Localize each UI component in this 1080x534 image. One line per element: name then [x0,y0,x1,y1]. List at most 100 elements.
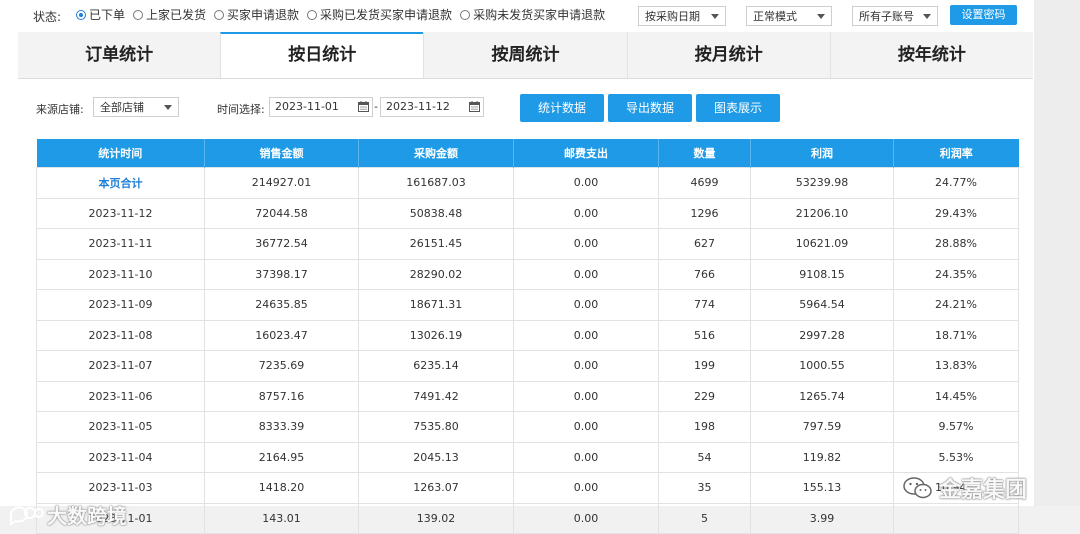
date-from-value: 2023-11-01 [275,100,339,113]
table-body: 本页合计 214927.01 161687.03 0.00 4699 53239.98 24… [36,167,1019,534]
chevron-down-icon [817,14,825,19]
table-cell: 5 [658,502,751,534]
tab-2[interactable]: 按周统计 [423,32,626,78]
table-cell: 2023-11-06 [36,380,205,412]
table-cell: 2164.95 [204,441,359,473]
table-cell: 2023-11-11 [36,228,205,260]
table-cell: 28.88% [893,228,1019,260]
table-cell: 516 [658,319,751,351]
status-option-3[interactable]: 采购已发货买家申请退款 [307,6,452,23]
table-cell: 13.83% [893,350,1019,382]
table-cell: 627 [658,228,751,260]
table-cell: 774 [658,289,751,321]
table-cell: 28290.02 [358,258,514,290]
table-cell: 0.00 [513,411,659,443]
tab-4[interactable]: 按年统计 [829,32,1033,78]
table-row: 2023-11-03 1418.20 1263.07 0.00 35 155.13 10.9… [36,472,1019,504]
calendar-icon [358,101,369,112]
tab-3[interactable]: 按月统计 [626,32,830,78]
table-cell: 2997.28 [750,319,894,351]
status-option-0[interactable]: 已下单 [76,6,125,23]
column-header: 利润率 [893,139,1019,168]
column-header: 销售金额 [204,139,359,168]
table-cell: 7491.42 [358,380,514,412]
table-cell: 14.45% [893,380,1019,412]
table-cell: 1265.74 [750,380,894,412]
stats-data-button[interactable]: 统计数据 [520,94,604,122]
tab-1[interactable]: 按日统计 [220,32,424,78]
radio-button[interactable] [133,9,144,20]
status-option-label: 上家已发货 [146,8,207,22]
table-cell: 766 [658,258,751,290]
account-select[interactable]: 所有子账号 [852,6,938,26]
table-cell: 1418.20 [204,472,359,504]
display-mode-select[interactable]: 正常模式 [746,6,832,26]
chevron-down-icon [923,14,931,19]
status-option-label: 采购未发货买家申请退款 [473,8,606,22]
time-label: 时间选择: [217,103,265,116]
table-cell: 0.00 [513,167,659,199]
radio-button[interactable] [460,9,471,20]
table-cell: 9.57% [893,411,1019,443]
date-to-input[interactable]: 2023-11-12 [380,97,484,117]
table-cell: 50838.48 [358,197,514,229]
table-header-row: 统计时间 销售金额 采购金额 邮费支出 数量 利润 利润率 [36,139,1019,168]
chart-view-button[interactable]: 图表展示 [696,94,780,122]
watermark-right: 金嘉集团 [902,472,1027,504]
display-mode-value: 正常模式 [753,10,797,23]
date-mode-select[interactable]: 按采购日期 [638,6,726,26]
table-cell: 4699 [658,167,751,199]
table-cell: 10621.09 [750,228,894,260]
chat-bubble-icon [10,506,44,526]
table-cell: 8333.39 [204,411,359,443]
status-option-2[interactable]: 买家申请退款 [214,6,299,23]
status-option-4[interactable]: 采购未发货买家申请退款 [460,6,605,23]
radio-button[interactable] [214,9,225,20]
date-mode-value: 按采购日期 [645,10,700,23]
table-cell: 2023-11-09 [36,289,205,321]
table-cell: 0.00 [513,472,659,504]
table-cell: 161687.03 [358,167,514,199]
export-data-button[interactable]: 导出数据 [608,94,692,122]
table-cell: 2023-11-08 [36,319,205,351]
table-cell: 143.01 [204,502,359,534]
column-header: 数量 [658,139,751,168]
table-cell: 18.71% [893,319,1019,351]
table-cell: 0.00 [513,319,659,351]
table-cell: 199 [658,350,751,382]
date-from-input[interactable]: 2023-11-01 [269,97,373,117]
watermark-left: 大数跨境 [8,500,127,529]
table-row: 2023-11-12 72044.58 50838.48 0.00 1296 21206.… [36,197,1019,229]
table-cell: 24635.85 [204,289,359,321]
table-cell: 2023-11-07 [36,350,205,382]
column-header: 统计时间 [36,139,205,168]
table-cell: 16023.47 [204,319,359,351]
table-cell: 229 [658,380,751,412]
tab-0[interactable]: 订单统计 [18,32,220,78]
table-cell: 0.00 [513,441,659,473]
table-cell: 6235.14 [358,350,514,382]
table-cell: 54 [658,441,751,473]
table-cell: 3.99 [750,502,894,534]
shop-select[interactable]: 全部店铺 [93,97,179,117]
table-cell: 2023-11-10 [36,258,205,290]
status-option-label: 采购已发货买家申请退款 [320,8,453,22]
status-label: 状态: [33,10,62,24]
table-cell: 36772.54 [204,228,359,260]
column-header: 采购金额 [358,139,514,168]
table-cell: 2045.13 [358,441,514,473]
radio-button[interactable] [307,9,318,20]
table-cell: 0.00 [513,380,659,412]
table-cell: 0.00 [513,258,659,290]
set-password-button[interactable]: 设置密码 [950,5,1017,25]
chevron-down-icon [711,14,719,19]
date-to-value: 2023-11-12 [386,100,450,113]
table-cell: 2023-11-05 [36,411,205,443]
status-option-1[interactable]: 上家已发货 [133,6,206,23]
stats-tabs: 订单统计 按日统计 按周统计 按月统计 按年统计 [18,32,1033,79]
status-radio-group: 已下单 上家已发货 买家申请退款 采购已发货买家申请退款 采购未发货买家申请退款 [76,6,613,23]
table-cell: 7235.69 [204,350,359,382]
radio-button[interactable] [76,9,86,20]
table-cell: 7535.80 [358,411,514,443]
table-cell: 2023-11-03 [36,472,205,504]
